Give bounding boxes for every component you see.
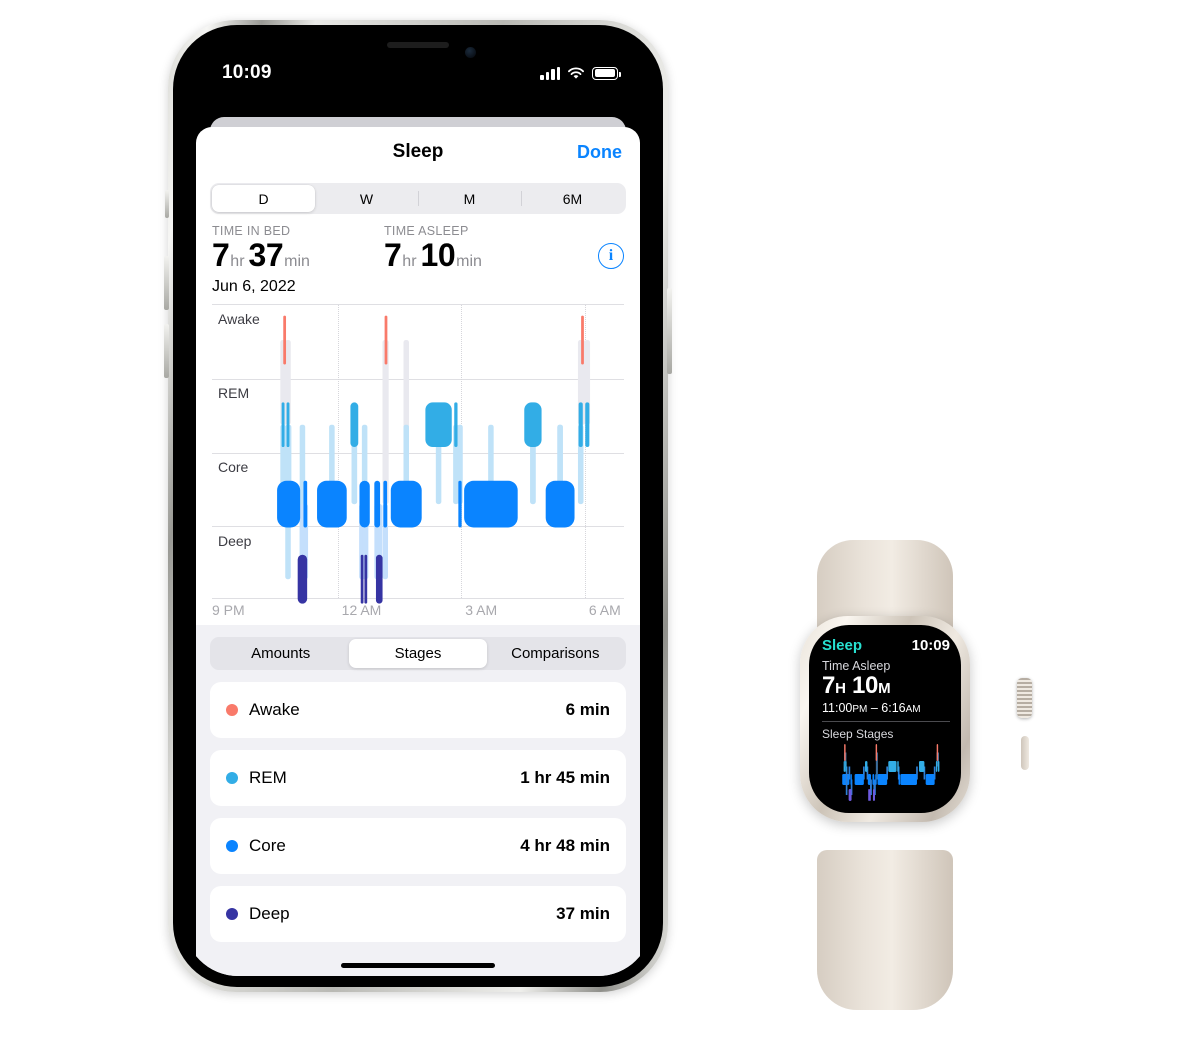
list-item[interactable]: REM 1 hr 45 min [210, 750, 626, 806]
time-in-bed-hours-unit: hr [230, 253, 245, 270]
time-in-bed-hours: 7 [212, 237, 230, 273]
chart-date-label: Jun 6, 2022 [212, 278, 296, 295]
volume-down-button[interactable] [164, 324, 169, 378]
cellular-bars-icon [540, 66, 560, 80]
stage-name: Awake [249, 700, 300, 719]
info-circle-icon[interactable]: i [598, 243, 624, 269]
range-segmented-control[interactable]: D W M 6M [210, 183, 626, 214]
stage-name: Deep [249, 904, 290, 923]
battery-icon [592, 66, 621, 80]
stage-value: 4 hr 48 min [520, 836, 610, 855]
watch-duration: 7H 10M [822, 672, 950, 700]
range-end: 6:16 [881, 701, 906, 715]
iphone-bezel: 10:09 Sleep Done D W M 6M TIME IN BED 7h… [173, 25, 663, 987]
watch-header: Sleep 10:09 [822, 637, 950, 654]
x-tick-6am: 6 AM [588, 602, 621, 618]
done-button[interactable]: Done [577, 142, 622, 163]
status-indicators [540, 66, 621, 80]
screenshot-canvas: 10:09 Sleep Done D W M 6M TIME IN BED 7h… [0, 0, 1200, 1041]
watch-sleep-range: 11:00PM – 6:16AM [822, 701, 950, 715]
notch [334, 36, 502, 66]
range-start-period: PM [852, 704, 868, 715]
time-asleep-value: 7hr 10min [384, 237, 556, 274]
time-asleep-minutes-unit: min [456, 253, 482, 270]
apple-watch-device: Sleep 10:09 Time Asleep 7H 10M 11:00PM –… [735, 540, 1035, 1010]
list-item[interactable]: Core 4 hr 48 min [210, 818, 626, 874]
x-tick-9pm: 9 PM [212, 602, 245, 618]
range-option-6m[interactable]: 6M [521, 185, 624, 212]
stage-value: 6 min [565, 700, 610, 719]
time-in-bed-minutes: 37 [248, 237, 284, 273]
deep-color-dot [226, 908, 238, 920]
wifi-icon [568, 66, 584, 79]
watch-duration-hours: 7 [822, 672, 836, 699]
page-title: Sleep [392, 141, 444, 162]
summary-stats: TIME IN BED 7hr 37min TIME ASLEEP 7hr 10mi… [196, 214, 640, 274]
watch-stage-segments [842, 744, 940, 801]
volume-up-button[interactable] [164, 256, 169, 310]
iphone-screen: 10:09 Sleep Done D W M 6M TIME IN BED 7h… [184, 36, 652, 976]
time-asleep-hours: 7 [384, 237, 402, 273]
sleep-detail-sheet: Sleep Done D W M 6M TIME IN BED 7hr 37mi… [196, 127, 640, 976]
navigation-bar: Sleep Done [196, 127, 640, 177]
tab-stages[interactable]: Stages [349, 639, 487, 668]
watch-side-button[interactable] [1021, 736, 1029, 770]
watch-band-bottom [817, 850, 953, 1010]
watch-duration-hours-unit: H [835, 680, 846, 697]
time-in-bed-label: TIME IN BED [212, 224, 291, 238]
stage-name: REM [249, 768, 287, 787]
time-in-bed-minutes-unit: min [284, 253, 310, 270]
range-option-m[interactable]: M [418, 185, 521, 212]
stat-time-in-bed: TIME IN BED 7hr 37min [212, 224, 384, 274]
time-in-bed-value: 7hr 37min [212, 237, 384, 274]
list-item[interactable]: Deep 37 min [210, 886, 626, 942]
awake-color-dot [226, 704, 238, 716]
stages-panel: Amounts Stages Comparisons Awake 6 min R… [196, 625, 640, 976]
rem-color-dot [226, 772, 238, 784]
range-dash: – [867, 701, 882, 715]
time-asleep-minutes: 10 [420, 237, 456, 273]
list-item[interactable]: Awake 6 min [210, 682, 626, 738]
stage-value: 37 min [556, 904, 610, 923]
digital-crown[interactable] [1017, 678, 1032, 718]
stage-name: Core [249, 836, 286, 855]
watch-case: Sleep 10:09 Time Asleep 7H 10M 11:00PM –… [800, 616, 970, 822]
core-color-dot [226, 840, 238, 852]
power-button[interactable] [667, 288, 672, 374]
chart-x-axis: 9 PM 12 AM 3 AM 6 AM [212, 599, 624, 625]
stage-value: 1 hr 45 min [520, 768, 610, 787]
range-option-d[interactable]: D [212, 185, 315, 212]
tab-comparisons[interactable]: Comparisons [487, 639, 624, 668]
watch-stages-label: Sleep Stages [822, 727, 894, 741]
watch-divider [822, 721, 950, 722]
watch-subtitle: Time Asleep [822, 659, 891, 673]
home-indicator[interactable] [341, 963, 495, 968]
earpiece-speaker-icon [387, 42, 449, 48]
time-asleep-label: TIME ASLEEP [384, 224, 469, 238]
range-option-w[interactable]: W [315, 185, 418, 212]
watch-duration-minutes-unit: M [878, 680, 891, 697]
x-tick-12am: 12 AM [341, 602, 382, 618]
watch-duration-minutes: 10 [851, 672, 879, 699]
x-tick-3am: 3 AM [465, 602, 498, 618]
range-end-period: AM [905, 704, 921, 715]
sleep-stages-chart: Awake REM Core Deep 9 PM 12 AM 3 AM 6 AM [212, 304, 624, 625]
mute-switch[interactable] [165, 190, 169, 218]
range-start: 11:00 [822, 701, 853, 715]
front-camera-icon [465, 47, 476, 58]
time-asleep-hours-unit: hr [402, 253, 417, 270]
status-time: 10:09 [222, 62, 272, 83]
stat-time-asleep: TIME ASLEEP 7hr 10min [384, 224, 556, 274]
watch-app-title: Sleep [822, 637, 863, 654]
sleep-stage-segments [277, 315, 591, 604]
tab-amounts[interactable]: Amounts [212, 639, 349, 668]
watch-status-time: 10:09 [911, 637, 950, 654]
view-segmented-control[interactable]: Amounts Stages Comparisons [210, 637, 626, 670]
watch-sleep-chart [822, 744, 950, 804]
iphone-device: 10:09 Sleep Done D W M 6M TIME IN BED 7h… [164, 20, 672, 992]
chart-plot-area: Awake REM Core Deep [212, 304, 624, 604]
watch-screen: Sleep 10:09 Time Asleep 7H 10M 11:00PM –… [809, 625, 961, 813]
